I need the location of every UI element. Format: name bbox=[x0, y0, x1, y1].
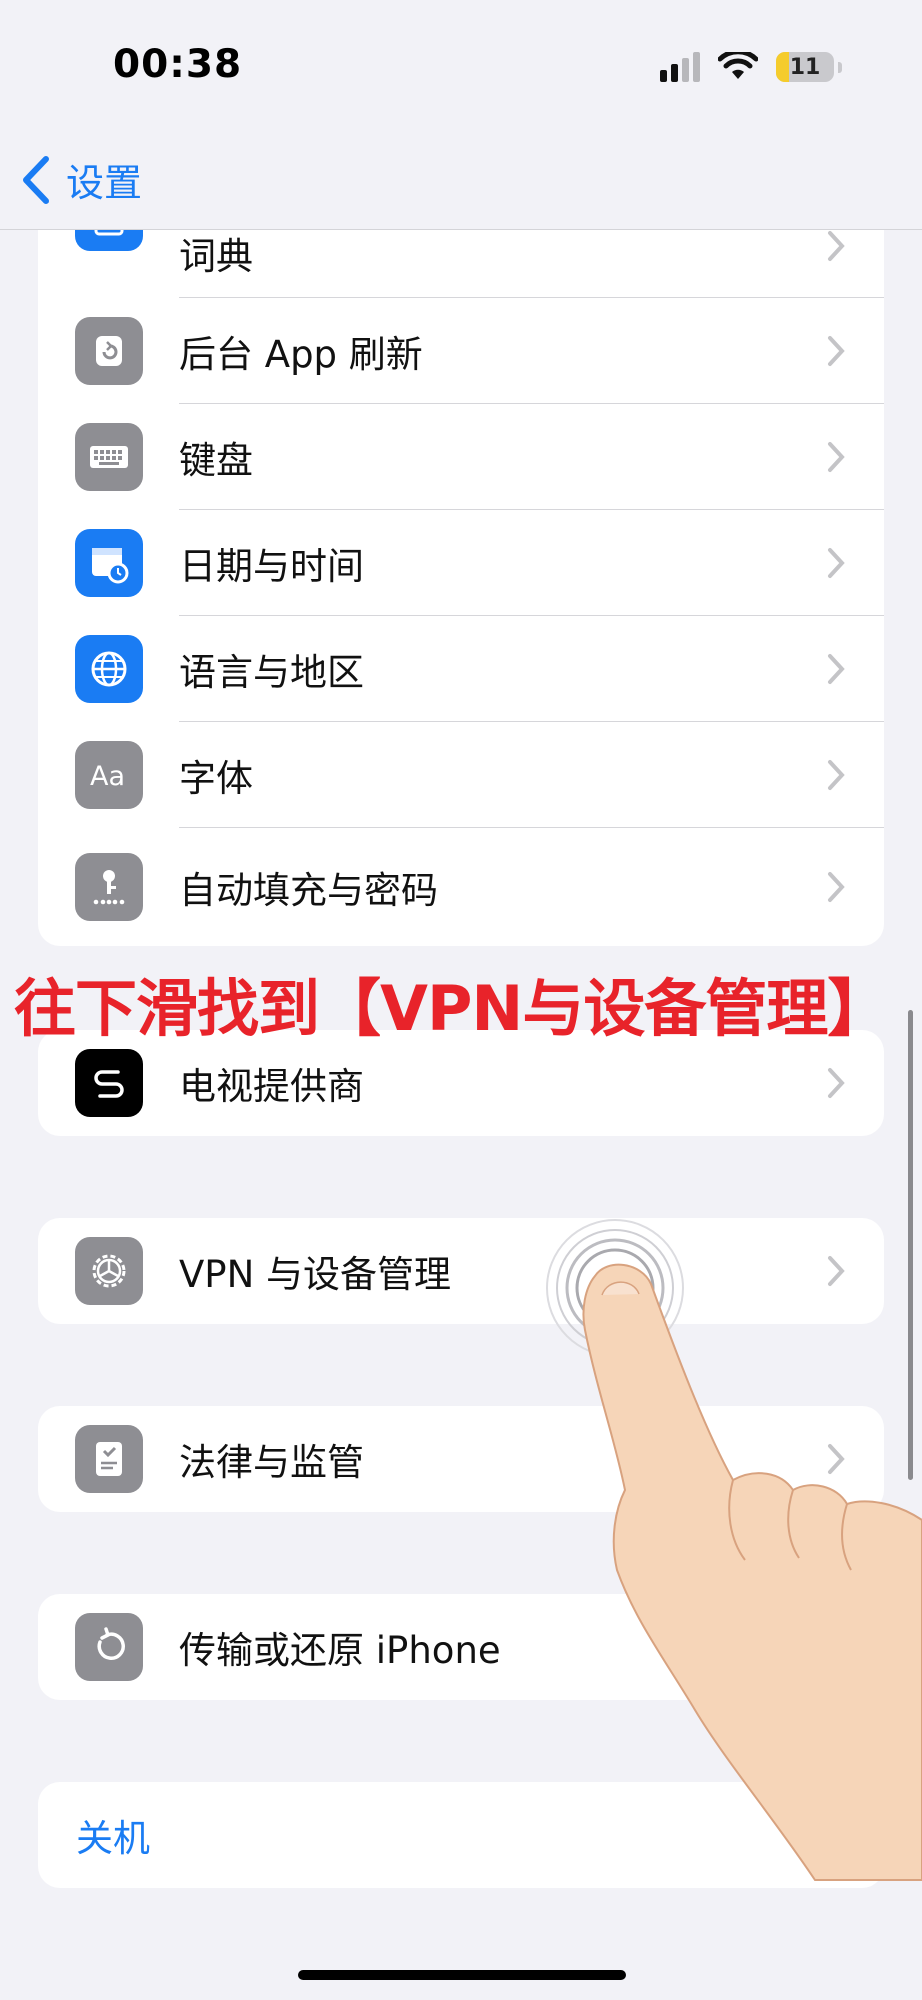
settings-group-general: 词典 后台 App 刷新 键盘 日期与时间 语言与地区 Aa 字体 自动填充与密… bbox=[38, 178, 884, 946]
row-fonts[interactable]: Aa 字体 bbox=[38, 722, 884, 828]
back-button[interactable]: 设置 bbox=[18, 152, 142, 207]
chevron-right-icon bbox=[828, 442, 845, 472]
globe-icon bbox=[75, 635, 143, 703]
row-label: VPN 与设备管理 bbox=[179, 1253, 452, 1296]
font-icon: Aa bbox=[75, 741, 143, 809]
instruction-overlay-text: 往下滑找到【VPN与设备管理】 bbox=[14, 972, 889, 1038]
key-icon bbox=[75, 853, 143, 921]
shutdown-button[interactable]: 关机 bbox=[76, 1808, 150, 1862]
gear-icon bbox=[75, 1237, 143, 1305]
battery-icon: 11 bbox=[776, 52, 834, 82]
row-label: 法律与监管 bbox=[179, 1441, 364, 1484]
chevron-right-icon bbox=[828, 654, 845, 684]
row-label: 自动填充与密码 bbox=[179, 869, 438, 912]
row-label: 词典 bbox=[179, 235, 253, 278]
battery-tip bbox=[838, 61, 842, 73]
chevron-right-icon bbox=[828, 1068, 845, 1098]
pointing-hand-icon bbox=[582, 1263, 922, 1881]
keyboard-icon bbox=[75, 423, 143, 491]
back-button-label: 设置 bbox=[66, 161, 143, 205]
legal-icon bbox=[75, 1425, 143, 1493]
chevron-left-icon bbox=[23, 155, 49, 204]
status-bar: 00:38 11 bbox=[0, 0, 922, 130]
chevron-right-icon bbox=[828, 872, 845, 902]
row-autofill-passwords[interactable]: 自动填充与密码 bbox=[38, 828, 884, 946]
chevron-right-icon bbox=[828, 231, 845, 261]
chevron-right-icon bbox=[828, 760, 845, 790]
row-tv-provider[interactable]: 电视提供商 bbox=[38, 1030, 884, 1136]
row-label: 字体 bbox=[179, 757, 253, 800]
status-time: 00:38 bbox=[113, 42, 243, 87]
cellular-signal-icon bbox=[660, 52, 700, 82]
navigation-bar: 设置 bbox=[0, 130, 922, 230]
status-icons: 11 bbox=[660, 52, 842, 82]
chevron-right-icon bbox=[828, 548, 845, 578]
tv-provider-icon bbox=[75, 1049, 143, 1117]
home-indicator[interactable] bbox=[298, 1970, 626, 1980]
reset-icon bbox=[75, 1613, 143, 1681]
wifi-icon bbox=[718, 52, 758, 79]
row-language-region[interactable]: 语言与地区 bbox=[38, 616, 884, 722]
calendar-clock-icon bbox=[75, 529, 143, 597]
settings-group-tv: 电视提供商 bbox=[38, 1030, 884, 1136]
row-label: 电视提供商 bbox=[179, 1065, 364, 1108]
battery-level: 11 bbox=[789, 54, 821, 80]
row-label: 语言与地区 bbox=[179, 651, 364, 694]
row-label: 后台 App 刷新 bbox=[179, 333, 423, 376]
row-date-time[interactable]: 日期与时间 bbox=[38, 510, 884, 616]
chevron-right-icon bbox=[828, 336, 845, 366]
background-refresh-icon bbox=[75, 317, 143, 385]
svg-text:Aa: Aa bbox=[90, 761, 125, 792]
row-label: 传输或还原 iPhone bbox=[179, 1629, 501, 1672]
row-label: 日期与时间 bbox=[179, 545, 364, 588]
row-keyboard[interactable]: 键盘 bbox=[38, 404, 884, 510]
row-background-app-refresh[interactable]: 后台 App 刷新 bbox=[38, 298, 884, 404]
row-label: 键盘 bbox=[179, 439, 253, 482]
